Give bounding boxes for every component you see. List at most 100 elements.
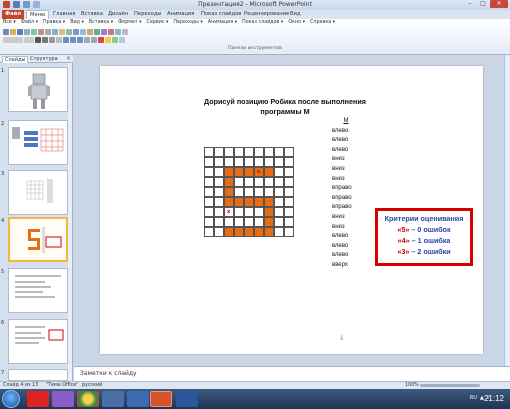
tab-file[interactable]: Файл xyxy=(2,10,25,19)
language-indicator[interactable]: русский xyxy=(82,383,102,388)
grid-cell xyxy=(284,177,294,187)
tab-menu[interactable]: Меню xyxy=(26,10,50,19)
start-button[interactable] xyxy=(2,390,20,408)
zoom-icon[interactable] xyxy=(115,29,121,35)
format-painter-icon[interactable] xyxy=(66,29,72,35)
cut-icon[interactable] xyxy=(45,29,51,35)
grid-cell xyxy=(284,197,294,207)
tab-review[interactable]: Рецензирование xyxy=(241,10,292,19)
font-color-icon[interactable] xyxy=(98,37,104,43)
table-icon[interactable] xyxy=(94,29,100,35)
classic-menu-format[interactable]: Формат ▾ xyxy=(118,20,141,25)
picture-icon[interactable] xyxy=(101,29,107,35)
bullets-icon[interactable] xyxy=(84,37,90,43)
new-slide-icon[interactable] xyxy=(112,37,118,43)
tab-view[interactable]: Вид xyxy=(287,10,304,19)
print-icon[interactable] xyxy=(24,29,30,35)
chart-icon[interactable] xyxy=(87,29,93,35)
underline-icon[interactable] xyxy=(49,37,55,43)
classic-menu-insert[interactable]: Вставка ▾ xyxy=(89,20,113,25)
tab-home[interactable]: Главная xyxy=(50,10,78,19)
grid-cell xyxy=(234,167,244,177)
shadow-icon[interactable] xyxy=(56,37,62,43)
save-icon[interactable] xyxy=(17,29,23,35)
font-size-dropdown[interactable] xyxy=(24,37,34,43)
grid-cell xyxy=(214,147,224,157)
command-item: влево xyxy=(332,146,349,153)
classic-menu-help[interactable]: Справка ▾ xyxy=(310,20,335,25)
minimize-button[interactable]: – xyxy=(464,0,476,8)
arrow-down-icon: ↓ xyxy=(339,334,345,342)
slide-canvas[interactable]: Дорисуй позицию Робика после выполнения … xyxy=(100,66,483,354)
slide-thumbnail-5[interactable] xyxy=(8,268,68,313)
grid-cell xyxy=(214,197,224,207)
classic-menu-all[interactable]: Все ▾ xyxy=(3,20,16,25)
app-icon[interactable] xyxy=(127,391,149,407)
chrome-icon[interactable] xyxy=(77,391,99,407)
redo-icon[interactable] xyxy=(80,29,86,35)
align-right-icon[interactable] xyxy=(77,37,83,43)
tab-insert[interactable]: Вставка xyxy=(78,10,106,19)
criteria-box[interactable]: Критерии оценивания «5» – 0 ошибок «4» –… xyxy=(375,208,473,266)
grid-cell xyxy=(204,147,214,157)
classic-menu-file[interactable]: Файл ▾ xyxy=(21,20,38,25)
preview-icon[interactable] xyxy=(31,29,37,35)
layout-icon[interactable] xyxy=(119,37,125,43)
highlight-icon[interactable] xyxy=(105,37,111,43)
notes-pane[interactable]: Заметки к слайду xyxy=(74,366,510,381)
align-center-icon[interactable] xyxy=(70,37,76,43)
align-left-icon[interactable] xyxy=(63,37,69,43)
classic-menu-slideshow[interactable]: Показ слайдов ▾ xyxy=(242,20,283,25)
tab-design[interactable]: Дизайн xyxy=(105,10,131,19)
classic-menu-transitions[interactable]: Переходы ▾ xyxy=(173,20,202,25)
slide-thumbnail-3[interactable] xyxy=(8,170,68,215)
font-name-dropdown[interactable] xyxy=(3,37,23,43)
slide-thumbnail-1[interactable] xyxy=(8,67,68,112)
tab-animation[interactable]: Анимация xyxy=(164,10,197,19)
bold-icon[interactable] xyxy=(35,37,41,43)
tab-transitions[interactable]: Переходы xyxy=(131,10,165,19)
slide-thumbnail-2[interactable] xyxy=(8,120,68,165)
notes-placeholder[interactable]: Заметки к слайду xyxy=(80,370,137,377)
new-icon[interactable] xyxy=(3,29,9,35)
shape-icon[interactable] xyxy=(108,29,114,35)
numbering-icon[interactable] xyxy=(91,37,97,43)
slide-title[interactable]: Дорисуй позицию Робика после выполнения … xyxy=(190,97,380,117)
tab-slideshow[interactable]: Показ слайдов xyxy=(198,10,244,19)
program-commands[interactable]: М влево влево влево вниз вниз вниз вправ… xyxy=(332,117,360,271)
undo-icon[interactable] xyxy=(73,29,79,35)
editor-scrollbar[interactable] xyxy=(504,55,510,366)
help-icon[interactable] xyxy=(122,29,128,35)
grid-cell xyxy=(204,227,214,237)
slide-thumbnail-7[interactable] xyxy=(8,369,68,381)
close-button[interactable]: ✕ xyxy=(490,0,508,8)
maximize-button[interactable]: □ xyxy=(477,0,489,8)
zoom-level[interactable]: 100% xyxy=(405,383,419,388)
classic-menu-edit[interactable]: Правка ▾ xyxy=(43,20,65,25)
close-panel-icon[interactable]: × xyxy=(66,55,71,62)
panel-scrollbar[interactable] xyxy=(68,63,72,381)
classic-menu-animation[interactable]: Анимация ▾ xyxy=(208,20,237,25)
spelling-icon[interactable] xyxy=(38,29,44,35)
open-icon[interactable] xyxy=(10,29,16,35)
zoom-slider[interactable] xyxy=(420,384,480,387)
paste-icon[interactable] xyxy=(59,29,65,35)
visual-studio-icon[interactable] xyxy=(52,391,74,407)
italic-icon[interactable] xyxy=(42,37,48,43)
slide-thumbnail-6[interactable] xyxy=(8,319,68,364)
tab-slides[interactable]: Слайды xyxy=(2,56,29,63)
classic-menu-tools[interactable]: Сервис ▾ xyxy=(147,20,169,25)
classic-menu-window[interactable]: Окно ▾ xyxy=(288,20,305,25)
opera-icon[interactable] xyxy=(27,391,49,407)
file-explorer-icon[interactable] xyxy=(102,391,124,407)
theme-name: "Тема Office" xyxy=(46,383,79,388)
copy-icon[interactable] xyxy=(52,29,58,35)
tab-outline[interactable]: Структура xyxy=(28,56,60,62)
word-icon[interactable] xyxy=(176,391,198,407)
grid-cell xyxy=(224,217,234,227)
powerpoint-taskbar-icon[interactable] xyxy=(150,391,172,407)
slide-thumbnail-4[interactable] xyxy=(8,217,68,262)
classic-menu-view[interactable]: Вид ▾ xyxy=(70,20,84,25)
language-tray[interactable]: RU xyxy=(470,395,477,401)
clock[interactable]: 21:12 xyxy=(484,394,504,403)
